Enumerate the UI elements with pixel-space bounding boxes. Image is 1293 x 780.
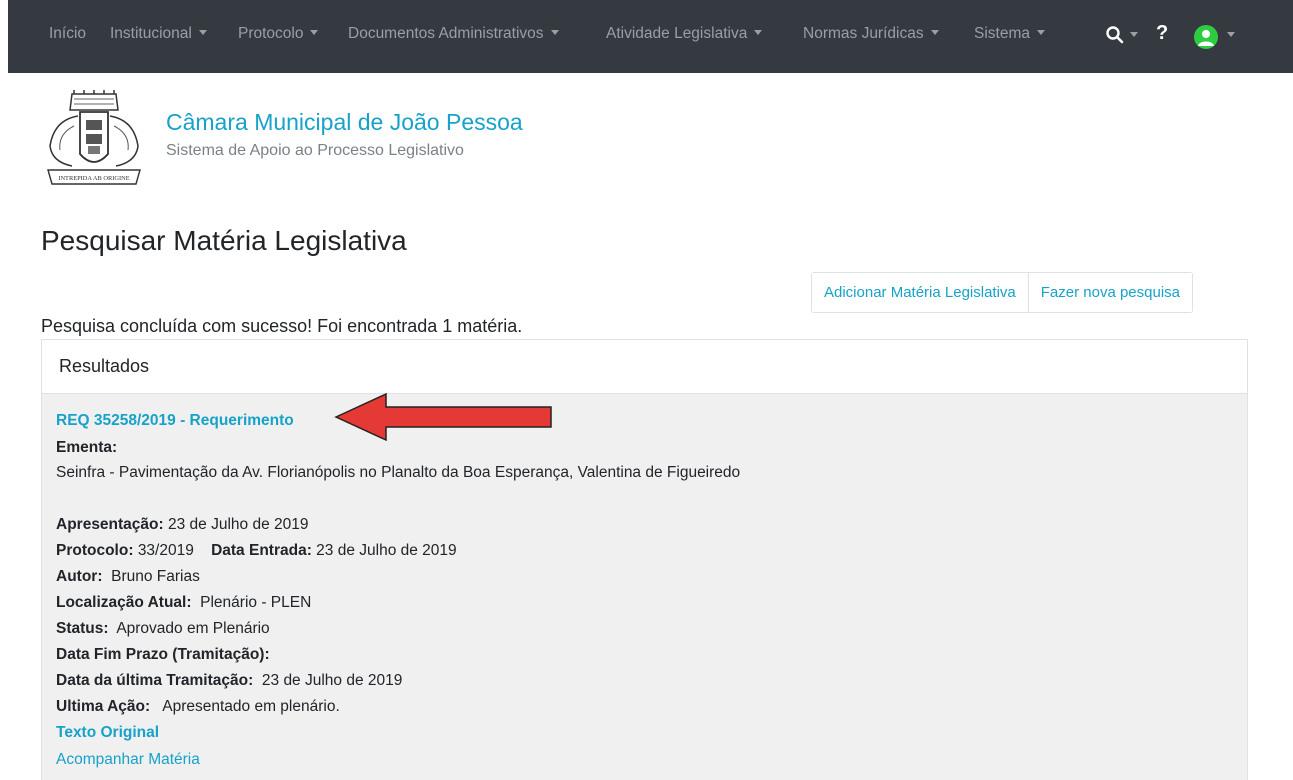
autor-row: Autor: Bruno Farias	[56, 564, 200, 590]
nav-item-label: Sistema	[974, 25, 1030, 42]
status-label: Status:	[56, 620, 109, 637]
nav-item-label: Normas Jurídicas	[803, 25, 924, 42]
annotation-arrow-icon	[334, 392, 552, 442]
status-value: Aprovado em Plenário	[116, 620, 270, 637]
ementa-label: Ementa:	[56, 439, 118, 456]
new-search-button[interactable]: Fazer nova pesquisa	[1027, 273, 1193, 312]
page-title: Pesquisar Matéria Legislativa	[41, 225, 407, 256]
nav-item-inicio[interactable]: Início	[49, 25, 86, 43]
data-entrada-value: 23 de Julho de 2019	[316, 542, 457, 559]
nav-item-label: Protocolo	[238, 25, 304, 42]
chevron-down-icon[interactable]	[1130, 32, 1138, 37]
apresentacao-label: Apresentação:	[56, 516, 164, 533]
nav-item-atividade[interactable]: Atividade Legislativa	[606, 25, 763, 43]
logo-motto: INTREPIDA AB ORIGINE	[58, 175, 129, 182]
chevron-down-icon	[1037, 30, 1045, 35]
help-icon[interactable]: ?	[1156, 22, 1168, 45]
nav-item-documentos[interactable]: Documentos Administrativos	[348, 25, 559, 43]
ementa-text: Seinfra - Pavimentação da Av. Florianópo…	[56, 464, 741, 481]
data-ultima-value: 23 de Julho de 2019	[261, 672, 403, 689]
data-fim-row: Data Fim Prazo (Tramitação):	[56, 642, 270, 668]
result-title-link[interactable]: REQ 35258/2019 - Requerimento	[56, 408, 294, 434]
localizacao-row: Localização Atual: Plenário - PLEN	[56, 590, 311, 616]
nav-item-label: Documentos Administrativos	[348, 25, 544, 42]
site-title[interactable]: Câmara Municipal de João Pessoa	[166, 109, 523, 136]
ultima-acao-label: Ultima Ação:	[56, 698, 151, 715]
apresentacao-row: Apresentação: 23 de Julho de 2019	[56, 512, 308, 538]
coat-of-arms-logo[interactable]: INTREPIDA AB ORIGINE	[44, 90, 144, 188]
user-avatar-icon[interactable]	[1194, 25, 1218, 49]
search-icon[interactable]	[1105, 24, 1127, 46]
ultima-acao-value: Apresentado em plenário.	[162, 698, 340, 715]
data-fim-label: Data Fim Prazo (Tramitação):	[56, 646, 270, 663]
apresentacao-value: 23 de Julho de 2019	[168, 516, 309, 533]
add-materia-button[interactable]: Adicionar Matéria Legislativa	[812, 273, 1028, 312]
chevron-down-icon[interactable]	[1227, 32, 1235, 37]
chevron-down-icon	[310, 30, 319, 35]
chevron-down-icon	[754, 30, 763, 35]
results-card: Resultados REQ 35258/2019 - Requerimento…	[41, 339, 1248, 780]
localizacao-label: Localização Atual:	[56, 594, 192, 611]
protocolo-row: Protocolo: 33/2019 Data Entrada: 23 de J…	[56, 538, 457, 564]
nav-item-protocolo[interactable]: Protocolo	[238, 25, 319, 43]
nav-item-label: Atividade Legislativa	[606, 25, 748, 42]
chevron-down-icon	[198, 30, 207, 35]
top-navbar: Início Institucional Protocolo Documento…	[8, 0, 1293, 73]
texto-original-link[interactable]: Texto Original	[56, 720, 159, 746]
autor-label: Autor:	[56, 568, 103, 585]
autor-value: Bruno Farias	[111, 568, 200, 585]
site-subtitle: Sistema de Apoio ao Processo Legislativo	[166, 142, 464, 159]
data-ultima-row: Data da última Tramitação: 23 de Julho d…	[56, 668, 402, 694]
nav-item-institucional[interactable]: Institucional	[110, 25, 207, 43]
status-row: Status: Aprovado em Plenário	[56, 616, 270, 642]
nav-item-normas[interactable]: Normas Jurídicas	[803, 25, 939, 43]
ultima-acao-row: Ultima Ação: Apresentado em plenário.	[56, 694, 340, 720]
chevron-down-icon	[550, 30, 559, 35]
action-button-group: Adicionar Matéria Legislativa Fazer nova…	[811, 272, 1194, 313]
data-ultima-label: Data da última Tramitação:	[56, 672, 254, 689]
protocolo-value: 33/2019	[137, 542, 194, 559]
nav-item-sistema[interactable]: Sistema	[974, 25, 1045, 43]
nav-item-label: Institucional	[110, 25, 192, 42]
protocolo-label: Protocolo:	[56, 542, 134, 559]
localizacao-value: Plenário - PLEN	[200, 594, 312, 611]
acompanhar-materia-link[interactable]: Acompanhar Matéria	[56, 747, 200, 773]
success-message: Pesquisa concluída com sucesso! Foi enco…	[41, 316, 523, 336]
data-entrada-label: Data Entrada:	[211, 542, 312, 559]
chevron-down-icon	[930, 30, 939, 35]
results-header: Resultados	[42, 340, 1247, 394]
